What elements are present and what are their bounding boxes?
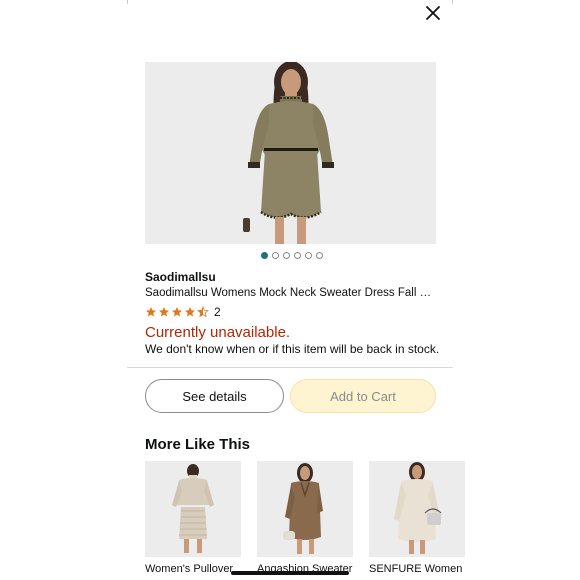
close-icon[interactable] <box>421 1 445 25</box>
star-icon <box>159 307 169 317</box>
see-details-button[interactable]: See details <box>145 379 284 413</box>
brand-name[interactable]: Saodimallsu <box>145 270 216 284</box>
recommendation-image[interactable] <box>257 461 353 557</box>
recommendation-label[interactable]: SENFURE Women <box>369 563 465 575</box>
recommendation-image[interactable] <box>369 461 465 557</box>
half-star-icon <box>197 306 209 318</box>
rating-count[interactable]: 2 <box>214 305 221 319</box>
add-to-cart-button[interactable]: Add to Cart <box>290 379 436 413</box>
section-title: More Like This <box>145 436 251 453</box>
recommendation-image[interactable] <box>145 461 241 557</box>
star-icon <box>185 307 195 317</box>
product-image[interactable] <box>145 62 436 244</box>
modal-edge-left <box>127 0 128 4</box>
recommendation-card[interactable]: SENFURE Women <box>369 461 465 575</box>
star-icon <box>172 307 182 317</box>
image-dot[interactable] <box>294 252 301 259</box>
recommendation-label[interactable]: Women's Pullover <box>145 563 241 575</box>
divider <box>127 367 453 368</box>
restock-note: We don't know when or if this item will … <box>145 342 440 356</box>
image-dot[interactable] <box>305 252 312 259</box>
star-icon <box>146 307 156 317</box>
product-title[interactable]: Saodimallsu Womens Mock Neck Sweater Dre… <box>145 287 437 299</box>
modal-edge-right <box>452 0 453 4</box>
availability-status: Currently unavailable. <box>145 324 291 341</box>
recommendation-card[interactable]: Angashion Sweater <box>257 461 353 575</box>
image-dot-active[interactable] <box>261 252 268 259</box>
rating[interactable]: 2 <box>145 304 221 320</box>
image-pagination[interactable] <box>261 252 323 259</box>
image-dot[interactable] <box>272 252 279 259</box>
image-dot[interactable] <box>283 252 290 259</box>
home-indicator[interactable] <box>231 571 349 575</box>
star-rating <box>145 306 209 318</box>
recommendation-card[interactable]: Women's Pullover <box>145 461 241 575</box>
image-dot[interactable] <box>316 252 323 259</box>
